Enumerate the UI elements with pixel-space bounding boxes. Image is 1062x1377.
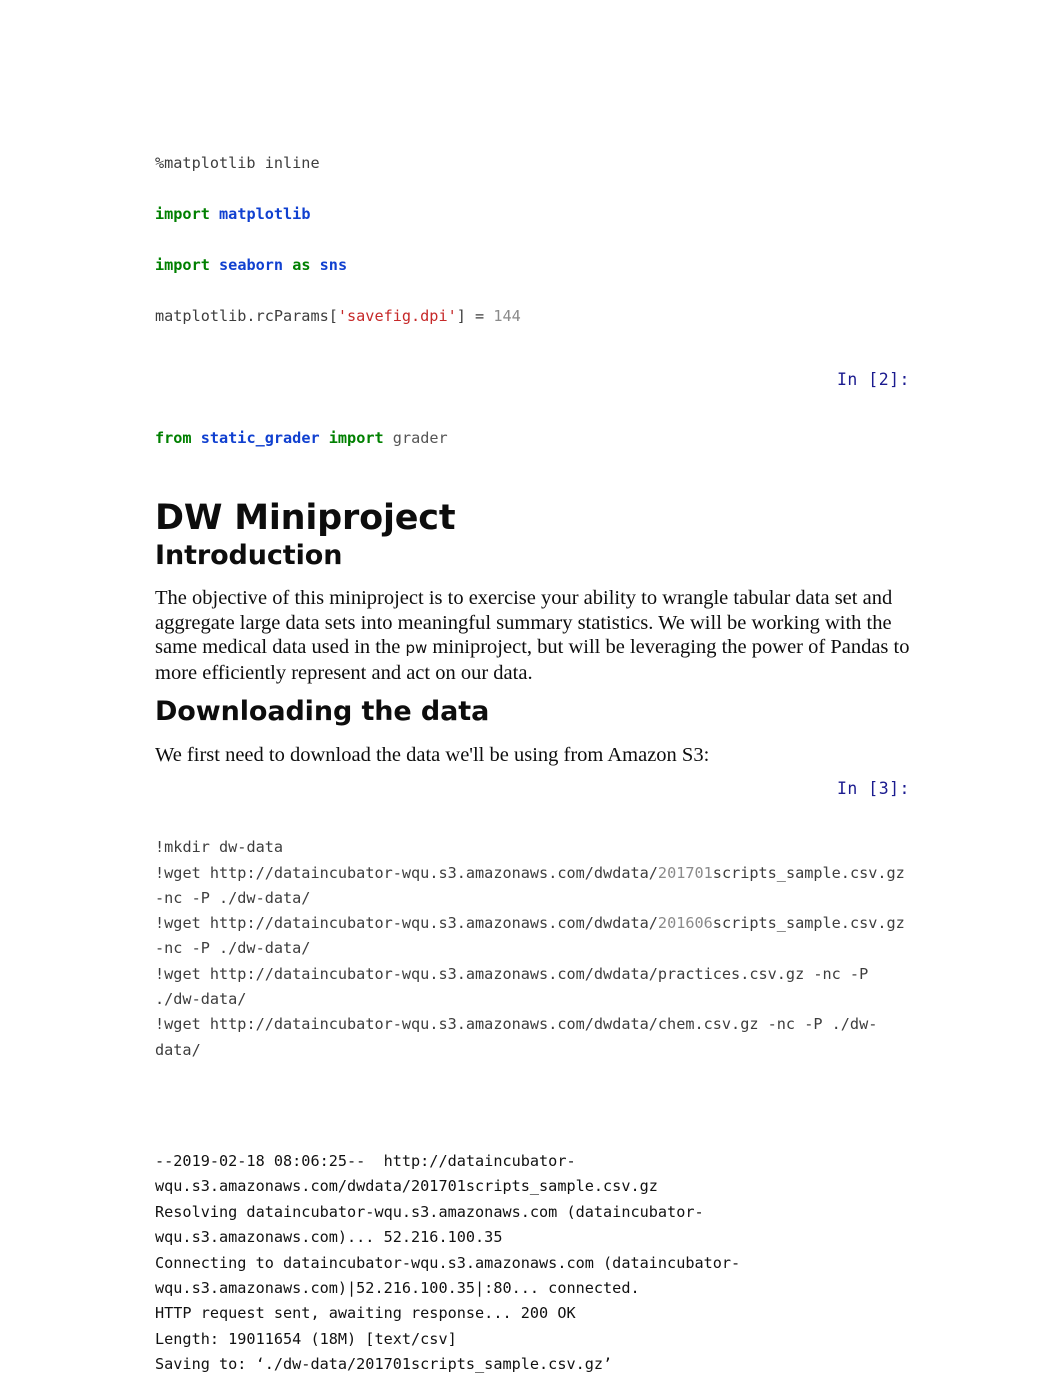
module-matplotlib: matplotlib (219, 204, 311, 223)
output-stream-3: --2019-02-18 08:06:25-- http://dataincub… (155, 1124, 910, 1377)
inline-code-pw: pw (405, 639, 428, 658)
heading-downloading-the-data: Downloading the data (155, 696, 490, 728)
output-line-length: Length: 19011654 (18M) [text/csv] (155, 1329, 457, 1348)
shell-cmd-mkdir: mkdir dw-data (164, 838, 284, 857)
shell-wget-201701-pre: wget http://dataincubator-wqu.s3.amazona… (164, 863, 658, 882)
keyword-import-1: import (155, 204, 210, 223)
heading-introduction: Introduction (155, 540, 343, 571)
module-static-grader: static_grader (200, 429, 320, 447)
shell-bang-2: ! (155, 863, 165, 882)
shell-line-mkdir: !mkdir dw-data (155, 835, 910, 860)
input-prompt-2: In [2]: (836, 369, 910, 389)
shell-line-wget-201606: !wget http://dataincubator-wqu.s3.amazon… (155, 911, 910, 962)
shell-bang-4: ! (155, 964, 165, 983)
shell-bang-1: ! (155, 838, 165, 857)
keyword-as: as (292, 255, 311, 274)
output-line-http-status: HTTP request sent, awaiting response... … (155, 1304, 576, 1323)
identifier-grader: grader (392, 429, 448, 447)
shell-bang-3: ! (155, 914, 165, 933)
keyword-from: from (155, 429, 192, 447)
output-line-request-url: --2019-02-18 08:06:25-- http://dataincub… (155, 1151, 658, 1196)
shell-line-wget-chem: !wget http://dataincubator-wqu.s3.amazon… (155, 1012, 910, 1063)
intro-paragraph: The objective of this miniproject is to … (155, 586, 910, 685)
shell-line-wget-201701: !wget http://dataincubator-wqu.s3.amazon… (155, 861, 910, 912)
keyword-import-2: import (155, 255, 210, 274)
code-cell-1[interactable]: %matplotlib inline import matplotlib imp… (155, 125, 910, 355)
alias-sns: sns (319, 255, 348, 274)
notebook-content: %matplotlib inline import matplotlib imp… (155, 125, 910, 1377)
rcparams-prefix: matplotlib.rcParams[ (155, 306, 338, 325)
module-seaborn: seaborn (219, 255, 284, 274)
shell-line-wget-practices: !wget http://dataincubator-wqu.s3.amazon… (155, 962, 910, 1013)
output-line-connecting: Connecting to dataincubator-wqu.s3.amazo… (155, 1253, 741, 1297)
shell-cmd-chem: wget http://dataincubator-wqu.s3.amazona… (155, 1015, 878, 1059)
notebook-page: %matplotlib inline import matplotlib imp… (0, 0, 1062, 1377)
page-title: DW Miniproject (155, 498, 456, 538)
output-line-saving-to: Saving to: ‘./dw-data/201701scripts_samp… (155, 1355, 613, 1374)
downloading-lead-paragraph: We first need to download the data we'll… (155, 744, 710, 767)
code-cell-2[interactable]: from static_grader import grader (155, 401, 910, 478)
code-line-magic: %matplotlib inline (155, 153, 320, 172)
string-savefig-dpi: 'savefig.dpi' (337, 306, 457, 325)
output-line-resolving: Resolving dataincubator-wqu.s3.amazonaws… (155, 1202, 704, 1247)
input-prompt-3: In [3]: (836, 778, 910, 798)
keyword-import-3: import (328, 429, 384, 447)
number-144: 144 (493, 306, 521, 325)
code-cell-3[interactable]: !mkdir dw-data !wget http://dataincubator… (155, 810, 910, 1114)
shell-wget-201701-number: 201701 (657, 863, 713, 882)
shell-cmd-practices: wget http://dataincubator-wqu.s3.amazona… (155, 964, 878, 1009)
shell-bang-5: ! (155, 1015, 165, 1034)
rcparams-assign: ] = (456, 306, 494, 325)
shell-wget-201606-pre: wget http://dataincubator-wqu.s3.amazona… (164, 914, 658, 933)
shell-wget-201606-number: 201606 (657, 914, 713, 933)
